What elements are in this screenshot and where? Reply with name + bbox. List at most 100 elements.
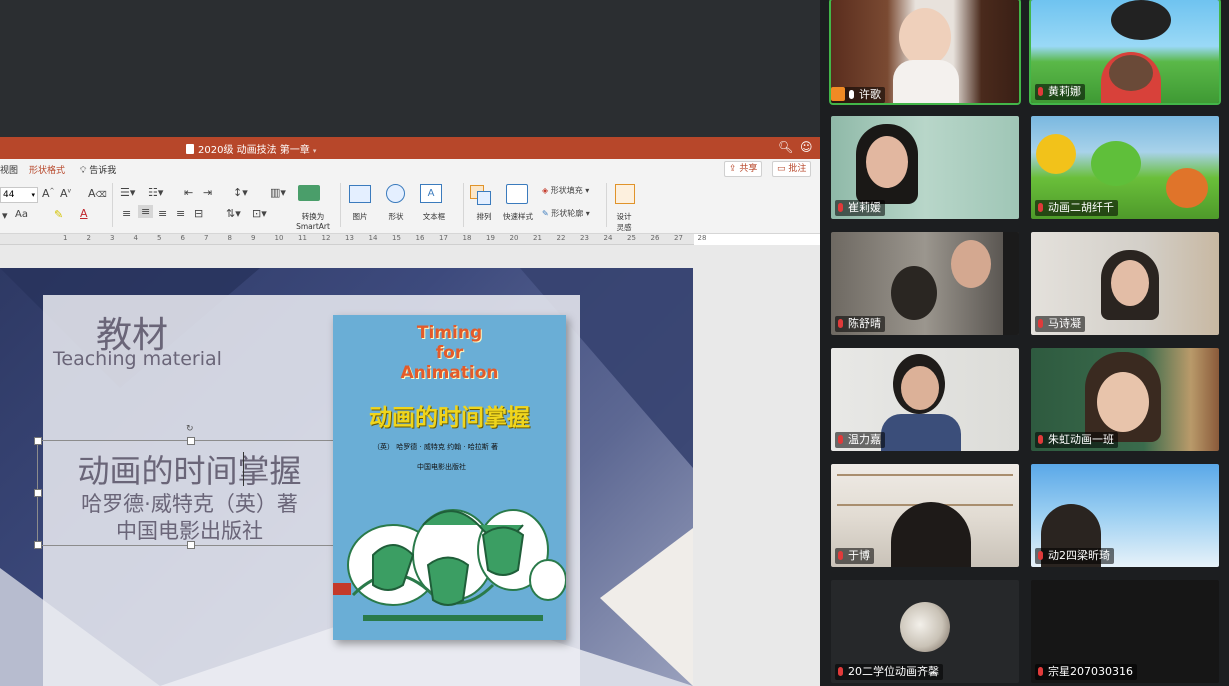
quick-styles-icon[interactable] — [506, 184, 528, 204]
shape-outline-button[interactable]: ✎ 形状轮廓 ▾ — [542, 208, 590, 219]
ruler-tick-label: 5 — [157, 234, 162, 242]
shape-fill-button[interactable]: ◈ 形状填充 ▾ — [542, 185, 589, 196]
ruler-tick-label: 8 — [227, 234, 232, 242]
increase-font-icon[interactable]: A^ — [42, 187, 55, 200]
align-right-icon[interactable]: ≡ — [158, 207, 167, 220]
change-case-button[interactable]: Aa — [15, 209, 28, 220]
participant-tile[interactable]: 朱虹动画一班 — [1031, 348, 1219, 451]
clear-format-icon[interactable]: A⌫ — [88, 187, 107, 200]
ruler-tick-label: 1 — [63, 234, 68, 242]
decrease-font-icon[interactable]: Av — [60, 187, 71, 200]
align-text-icon[interactable]: ⊡▾ — [252, 207, 267, 220]
paint-bucket-icon: ◈ — [542, 186, 549, 195]
highlight-icon[interactable]: ✎ — [54, 208, 63, 221]
ruler-tick-label: 17 — [439, 234, 448, 242]
document-title[interactable]: 2020级 动画技法 第一章 ▾ — [186, 141, 316, 156]
participant-name: 陈舒晴 — [848, 317, 881, 330]
textbox-icon[interactable]: A — [420, 184, 442, 203]
tab-view[interactable]: 视图 — [0, 163, 18, 176]
microphone-muted-icon — [838, 435, 843, 444]
line-spacing-icon[interactable]: ↕▾ — [233, 186, 248, 199]
rotate-handle-icon[interactable]: ↻ — [186, 424, 194, 434]
ruler-tick-label: 23 — [580, 234, 589, 242]
align-dropdown-icon[interactable]: ▾ — [2, 209, 8, 222]
font-color-icon[interactable]: A — [80, 207, 88, 220]
participant-name: 许歌 — [859, 88, 881, 101]
resize-handle[interactable] — [34, 437, 42, 445]
align-left-icon[interactable]: ≡ — [122, 207, 131, 220]
participant-name: 黄莉娜 — [1048, 85, 1081, 98]
participant-name: 于博 — [848, 549, 870, 562]
participant-tile[interactable]: 许歌 — [829, 0, 1021, 105]
tell-me-search[interactable]: 💡︎ 告诉我 — [80, 163, 116, 176]
slide-subtitle[interactable]: Teaching material — [53, 348, 222, 370]
participant-tile[interactable]: 宗星207030316 — [1031, 580, 1219, 683]
share-button[interactable]: ⇪ 共享 — [724, 161, 763, 177]
comment-icon: ▭ — [777, 164, 786, 174]
align-center-icon[interactable]: ≡ — [138, 205, 154, 218]
microphone-muted-icon — [838, 551, 843, 560]
host-icon — [831, 87, 845, 101]
participant-tile[interactable]: 20二学位动画齐馨 — [831, 580, 1019, 683]
book-title-text[interactable]: 动画的时间掌握 — [37, 446, 342, 492]
participant-tile[interactable]: 动2四梁昕琦 — [1031, 464, 1219, 567]
participant-tile[interactable]: 黄莉娜 — [1029, 0, 1221, 105]
picture-icon[interactable] — [349, 185, 371, 203]
bullets-icon[interactable]: ☰▾ — [120, 186, 135, 199]
ruler-tick-label: 28 — [697, 234, 707, 242]
document-icon — [186, 144, 194, 154]
participant-face — [899, 8, 951, 66]
cover-stripe — [333, 583, 351, 595]
participant-name: 崔莉媛 — [848, 201, 881, 214]
ruler-tick-label: 18 — [462, 234, 472, 242]
resize-handle[interactable] — [187, 437, 195, 445]
slide[interactable]: 教材 Teaching material ↻ 动画的时间掌握 哈罗德·威特克（英… — [0, 268, 693, 686]
microphone-muted-icon — [1038, 551, 1043, 560]
ruler-tick-label: 9 — [251, 234, 256, 242]
author-text[interactable]: 哈罗德·威特克（英）著 — [37, 488, 342, 518]
publisher-text[interactable]: 中国电影出版社 — [37, 515, 342, 545]
microphone-muted-icon — [1038, 319, 1043, 328]
microphone-muted-icon — [1038, 435, 1043, 444]
cover-publisher: 中国电影出版社 — [417, 463, 466, 471]
participant-name: 动2四梁昕琦 — [1048, 549, 1110, 562]
participant-tile[interactable]: 动画二胡纤千 — [1031, 116, 1219, 219]
participant-tile[interactable]: 陈舒晴 — [831, 232, 1019, 335]
participant-name: 宗星207030316 — [1048, 665, 1133, 678]
avatar — [900, 602, 950, 652]
comment-button[interactable]: ▭ 批注 — [772, 161, 812, 177]
smartart-icon[interactable] — [298, 185, 320, 201]
ruler-tick-label: 19 — [486, 234, 495, 242]
ribbon-tabs: 视图 形状格式 💡︎ 告诉我 ⇪ 共享 ▭ 批注 — [0, 159, 820, 177]
shapes-icon[interactable] — [386, 184, 405, 203]
ruler-tick-label: 14 — [368, 234, 378, 242]
participant-tile[interactable]: 于博 — [831, 464, 1019, 567]
outdent-icon[interactable]: ⇤ — [184, 186, 193, 199]
microphone-muted-icon — [838, 667, 843, 676]
ruler-tick-label: 24 — [603, 234, 613, 242]
text-direction-icon[interactable]: ⇅▾ — [226, 207, 241, 220]
distribute-icon[interactable]: ⊟ — [194, 207, 203, 220]
search-icon[interactable]: 🔍︎ — [778, 140, 793, 154]
ruler-tick-label: 2 — [86, 234, 91, 242]
book-cover-image[interactable]: Timing for Animation 动画的时间掌握 （英） 哈罗德 · 威… — [333, 315, 566, 640]
numbering-icon[interactable]: ☷▾ — [148, 186, 163, 199]
ruler-tick-label: 20 — [509, 234, 519, 242]
account-icon[interactable]: ☺ — [800, 140, 813, 154]
share-icon: ⇪ — [729, 164, 737, 174]
microphone-muted-icon — [1038, 667, 1043, 676]
indent-icon[interactable]: ⇥ — [203, 186, 212, 199]
participant-tile[interactable]: 崔莉媛 — [831, 116, 1019, 219]
participant-tile[interactable]: 温力嘉 — [831, 348, 1019, 451]
tab-shape-format[interactable]: 形状格式 — [29, 163, 65, 176]
lightbulb-icon: 💡︎ — [80, 166, 87, 176]
participant-tile[interactable]: 马诗凝 — [1031, 232, 1219, 335]
font-size-box[interactable]: 44 ▾ — [0, 187, 38, 203]
ruler-tick-label: 3 — [110, 234, 115, 242]
ruler-tick-label: 26 — [650, 234, 660, 242]
microphone-muted-icon — [838, 319, 843, 328]
columns-icon[interactable]: ▥▾ — [270, 186, 286, 199]
ruler-tick-label: 7 — [204, 234, 209, 242]
design-ideas-icon[interactable] — [615, 184, 635, 204]
justify-icon[interactable]: ≡ — [176, 207, 185, 220]
